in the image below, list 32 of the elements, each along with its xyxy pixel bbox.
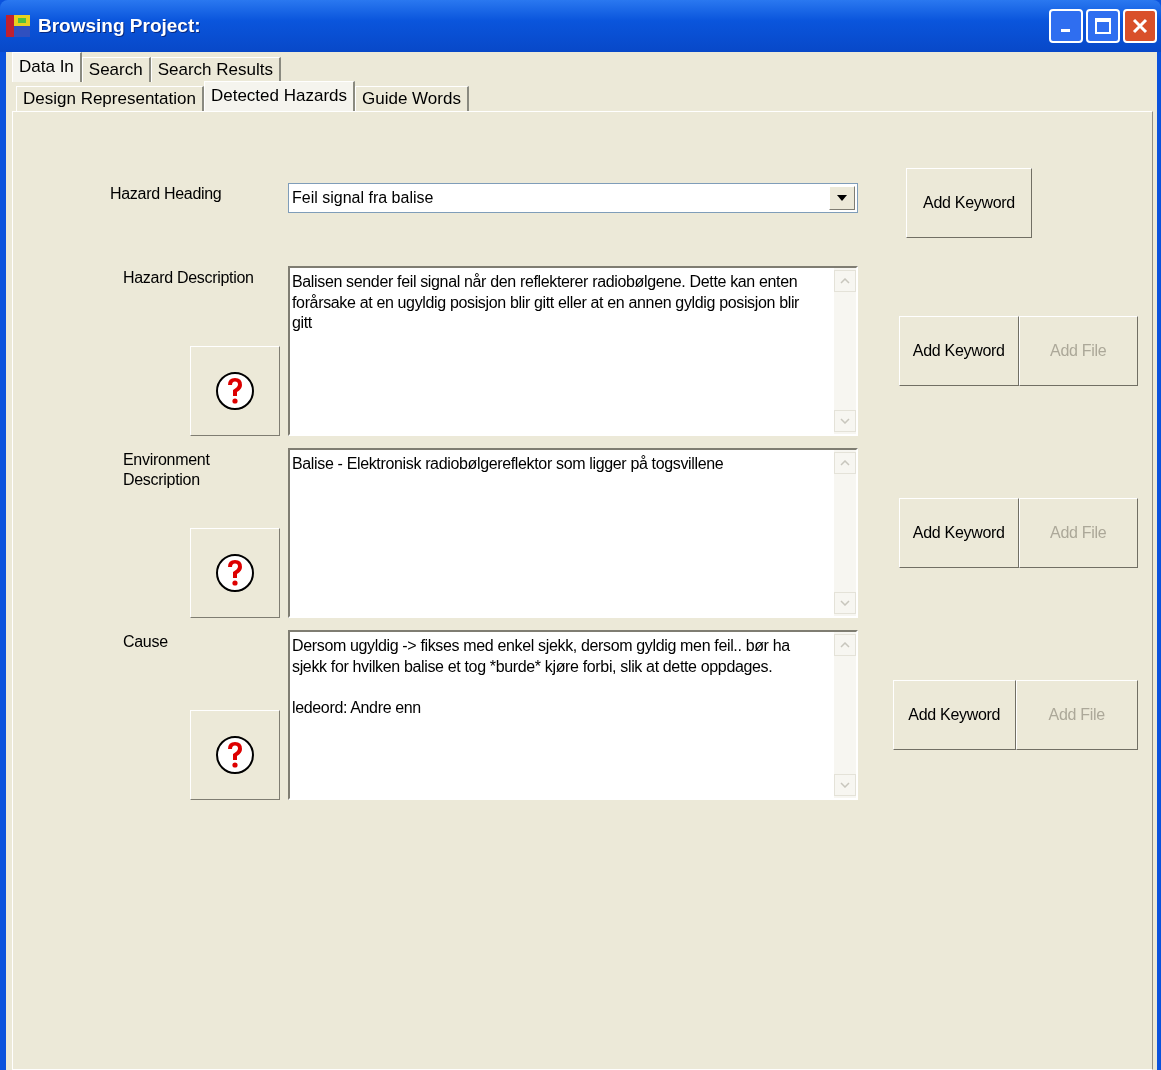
tab[interactable]: Guide Words bbox=[355, 86, 469, 111]
add-keyword-button[interactable]: Add Keyword bbox=[893, 680, 1016, 750]
help-button[interactable] bbox=[190, 710, 280, 800]
question-icon bbox=[215, 735, 255, 775]
window-title: Browsing Project: bbox=[38, 15, 202, 37]
tab[interactable]: Design Representation bbox=[16, 86, 204, 111]
maximize-icon[interactable] bbox=[1094, 17, 1112, 35]
field-label: Hazard Description bbox=[123, 268, 255, 288]
hazard-heading-dropdown[interactable]: Feil signal fra balise bbox=[288, 183, 858, 213]
question-icon bbox=[215, 371, 255, 411]
close-icon[interactable] bbox=[1131, 17, 1149, 35]
field-label: Environment Description bbox=[123, 450, 211, 490]
add-keyword-button[interactable]: Add Keyword bbox=[899, 498, 1019, 568]
tab[interactable]: Search bbox=[81, 57, 151, 82]
field-label: Cause bbox=[123, 632, 169, 652]
text-area[interactable]: Balise - Elektronisk radiobølgereflektor som ligger på togsvillene bbox=[288, 448, 858, 618]
add-keyword-button[interactable]: Add Keyword bbox=[906, 168, 1032, 238]
field-label: Hazard Heading bbox=[110, 184, 223, 204]
add-keyword-button[interactable]: Add Keyword bbox=[899, 316, 1019, 386]
text-area[interactable]: Dersom ugyldig -> fikses med enkel sjekk, dersom gyldig men feil.. bør ha sjekk for hvilken balise et tog *burde* kjøre forbi, slik at dette oppdages. ledeord: Andre enn bbox=[288, 630, 858, 800]
close-button[interactable] bbox=[1123, 9, 1157, 43]
maximize-button[interactable] bbox=[1086, 9, 1120, 43]
minimize-button[interactable] bbox=[1049, 9, 1083, 43]
text-area[interactable]: Balisen sender feil signal når den reflekterer radiobølgene. Dette kan enten forårsake at en ugyldig posisjon blir gitt eller at en annen gyldig posisjon blir gitt bbox=[288, 266, 858, 436]
tab[interactable]: Search Results bbox=[150, 57, 281, 82]
help-button[interactable] bbox=[190, 346, 280, 436]
app-icon bbox=[6, 15, 30, 37]
dropdown-arrow-icon[interactable] bbox=[837, 195, 847, 201]
tab[interactable]: Detected Hazards bbox=[203, 81, 356, 111]
tab[interactable]: Data In bbox=[12, 52, 82, 82]
help-button[interactable] bbox=[190, 528, 280, 618]
question-icon bbox=[215, 553, 255, 593]
